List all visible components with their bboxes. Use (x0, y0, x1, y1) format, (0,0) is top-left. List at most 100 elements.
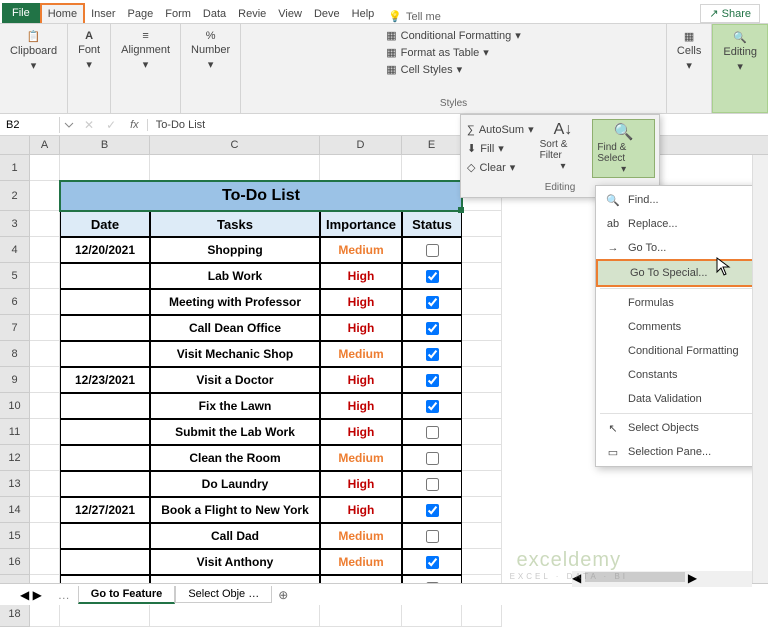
font-button[interactable]: AFont▾ (74, 28, 104, 73)
status-checkbox[interactable] (402, 523, 462, 549)
cell[interactable] (462, 549, 502, 575)
row-header[interactable]: 1 (0, 155, 30, 181)
cell[interactable]: Clean the Room (150, 445, 320, 471)
cell[interactable]: 12/23/2021 (60, 367, 150, 393)
sheet-nav[interactable]: ◀ ▶ (20, 588, 42, 602)
cell[interactable]: Medium (320, 523, 402, 549)
cell[interactable] (462, 471, 502, 497)
row-header[interactable]: 14 (0, 497, 30, 523)
cell[interactable]: Visit Anthony (150, 549, 320, 575)
status-checkbox[interactable] (402, 341, 462, 367)
status-checkbox[interactable] (402, 419, 462, 445)
cell[interactable]: Lab Work (150, 263, 320, 289)
status-checkbox[interactable] (402, 237, 462, 263)
row-header[interactable]: 9 (0, 367, 30, 393)
col-D[interactable]: D (320, 136, 402, 154)
tab-data[interactable]: Data (197, 5, 232, 23)
fx-button[interactable]: fx (122, 119, 148, 131)
status-checkbox[interactable] (402, 393, 462, 419)
find-select[interactable]: 🔍Find & Select▾ (592, 119, 655, 178)
row-header[interactable]: 6 (0, 289, 30, 315)
row-header[interactable]: 7 (0, 315, 30, 341)
cell[interactable]: High (320, 419, 402, 445)
col-B[interactable]: B (60, 136, 150, 154)
cell[interactable]: High (320, 263, 402, 289)
cell[interactable]: Visit Mechanic Shop (150, 341, 320, 367)
tab-view[interactable]: View (272, 5, 308, 23)
tab-formulas[interactable]: Form (159, 5, 197, 23)
cell[interactable] (462, 237, 502, 263)
cell[interactable] (30, 445, 60, 471)
alignment-button[interactable]: ≡Alignment▾ (117, 28, 174, 73)
status-checkbox[interactable] (402, 445, 462, 471)
cell[interactable]: High (320, 471, 402, 497)
cell[interactable] (30, 497, 60, 523)
cell[interactable] (462, 289, 502, 315)
cell[interactable] (30, 263, 60, 289)
cell[interactable] (150, 155, 320, 181)
cell[interactable]: High (320, 289, 402, 315)
cell[interactable]: Medium (320, 445, 402, 471)
cell[interactable] (30, 419, 60, 445)
tab-home[interactable]: Home (40, 3, 85, 23)
cell[interactable]: Medium (320, 549, 402, 575)
select-all[interactable] (0, 136, 30, 154)
share-button[interactable]: ↗Share (700, 4, 760, 23)
sheet-tab-2[interactable]: Select Obje … (175, 586, 272, 603)
cell[interactable]: Visit a Doctor (150, 367, 320, 393)
tell-me[interactable]: 💡Tell me (388, 10, 441, 23)
sort-filter[interactable]: A↓Sort & Filter▾ (536, 119, 591, 178)
tab-developer[interactable]: Deve (308, 5, 346, 23)
row-header[interactable]: 5 (0, 263, 30, 289)
menu-data-validation[interactable]: Data Validation (596, 387, 764, 411)
autosum[interactable]: ∑AutoSum ▾ (465, 122, 536, 137)
menu-comments[interactable]: Comments (596, 315, 764, 339)
dropdown-icon[interactable] (64, 120, 74, 130)
cell[interactable] (30, 211, 60, 237)
cell[interactable]: Call Dad (150, 523, 320, 549)
cell[interactable]: Status (402, 211, 462, 237)
cell[interactable]: 12/20/2021 (60, 237, 150, 263)
cell[interactable] (462, 393, 502, 419)
cell[interactable]: Submit the Lab Work (150, 419, 320, 445)
menu-selection-pane[interactable]: ▭Selection Pane... (596, 440, 764, 464)
cell[interactable] (30, 341, 60, 367)
cell[interactable]: Shopping (150, 237, 320, 263)
cell[interactable]: Meeting with Professor (150, 289, 320, 315)
cell[interactable] (30, 181, 60, 211)
menu-select-objects[interactable]: ↖Select Objects (596, 416, 764, 440)
cell[interactable]: 12/27/2021 (60, 497, 150, 523)
cell[interactable] (60, 523, 150, 549)
formula-input[interactable]: To-Do List (148, 117, 768, 133)
tab-review[interactable]: Revie (232, 5, 272, 23)
cell[interactable] (462, 445, 502, 471)
menu-cond-fmt[interactable]: Conditional Formatting (596, 339, 764, 363)
row-header[interactable]: 10 (0, 393, 30, 419)
cell[interactable] (30, 315, 60, 341)
cells-button[interactable]: ▦Cells▾ (673, 28, 705, 74)
status-checkbox[interactable] (402, 497, 462, 523)
row-header[interactable]: 4 (0, 237, 30, 263)
row-header[interactable]: 11 (0, 419, 30, 445)
row-header[interactable]: 12 (0, 445, 30, 471)
table-title[interactable]: To-Do List (60, 181, 462, 211)
cell[interactable]: Medium (320, 237, 402, 263)
cell[interactable] (60, 445, 150, 471)
status-checkbox[interactable] (402, 471, 462, 497)
menu-constants[interactable]: Constants (596, 363, 764, 387)
status-checkbox[interactable] (402, 367, 462, 393)
clear[interactable]: ◇Clear ▾ (465, 160, 536, 175)
vertical-scrollbar[interactable] (752, 155, 768, 583)
cell[interactable]: High (320, 497, 402, 523)
clipboard-button[interactable]: 📋Clipboard▾ (6, 28, 61, 74)
status-checkbox[interactable] (402, 289, 462, 315)
col-E[interactable]: E (402, 136, 462, 154)
cell[interactable] (60, 419, 150, 445)
cell[interactable] (462, 367, 502, 393)
sheet-tab-active[interactable]: Go to Feature (78, 586, 176, 604)
cell[interactable] (30, 471, 60, 497)
cell[interactable] (462, 211, 502, 237)
tab-page[interactable]: Page (122, 5, 160, 23)
cell[interactable] (320, 155, 402, 181)
conditional-formatting[interactable]: ▦Conditional Formatting ▾ (382, 28, 525, 43)
